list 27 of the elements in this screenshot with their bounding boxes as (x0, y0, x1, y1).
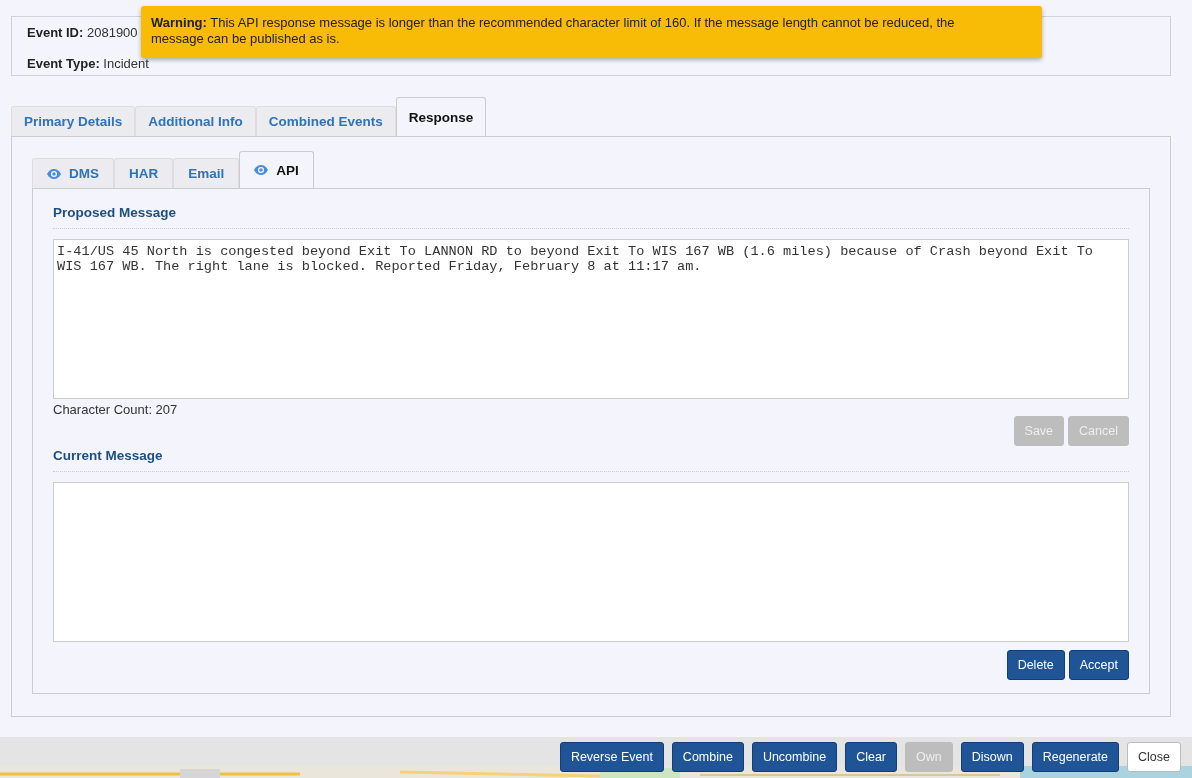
tab[interactable]: Response (395, 97, 487, 136)
footer-button[interactable]: Close (1127, 742, 1181, 772)
warning-message: Warning: This API response message is longer than the recommended character limit of 160. If the message length cannot be reduced, the message can be published as is. (141, 6, 1042, 58)
message-field[interactable]: I-41/US 45 North is congested beyond Exit To LANNON RD to beyond Exit To WIS 167 WB (1.6 miles) because of Crash beyond Exit To WIS 167 WB. The right lane is blocked. Reported Friday, February 8 at 11:17 am. (53, 239, 1129, 399)
footer-button[interactable]: Clear (845, 742, 897, 772)
tab[interactable]: Primary Details (11, 106, 136, 136)
tab[interactable]: Combined Events (255, 106, 396, 136)
message-button[interactable]: Accept (1068, 650, 1129, 680)
message-field[interactable] (53, 482, 1129, 642)
character-count: Character Count: 207 (53, 402, 179, 417)
tab[interactable]: Email (173, 158, 240, 188)
message-button[interactable]: Delete (1006, 650, 1065, 680)
summary-field: Event ID: 2081900 (27, 25, 138, 40)
tab[interactable]: DMS (32, 158, 114, 188)
tab[interactable]: Additional Info (135, 106, 256, 136)
tab[interactable]: API (239, 151, 314, 188)
footer-button[interactable]: Regenerate (1031, 742, 1120, 772)
section-heading: Proposed Message (53, 205, 1129, 229)
footer-button[interactable]: Reverse Event (559, 742, 664, 772)
footer-button[interactable]: Combine (671, 742, 744, 772)
eye-icon (254, 165, 269, 175)
summary-field: Event Type: Incident (27, 56, 149, 71)
footer-button[interactable]: Disown (960, 742, 1024, 772)
section-heading: Current Message (53, 448, 1129, 472)
eye-icon (47, 168, 61, 179)
footer-button[interactable]: Uncombine (751, 742, 838, 772)
tab[interactable]: HAR (114, 158, 174, 188)
